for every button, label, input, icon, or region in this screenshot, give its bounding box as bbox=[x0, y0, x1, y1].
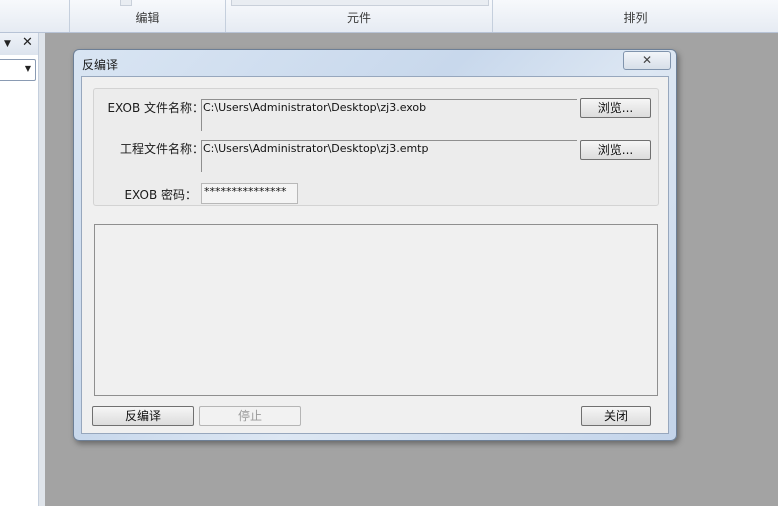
ribbon-group-component: 元件 bbox=[226, 0, 493, 32]
project-path-field[interactable]: C:\Users\Administrator\Desktop\zj3.emtp bbox=[201, 140, 577, 172]
browse-exob-button[interactable]: 浏览... bbox=[580, 98, 651, 118]
ribbon: 编辑 元件 排列 bbox=[0, 0, 778, 33]
dialog-titlebar[interactable]: 反编译 ✕ bbox=[74, 50, 676, 76]
ribbon-group-spacer bbox=[0, 0, 70, 32]
dialog-title: 反编译 bbox=[82, 58, 119, 72]
close-icon: ✕ bbox=[641, 53, 653, 67]
decompile-button[interactable]: 反编译 bbox=[92, 406, 194, 426]
ribbon-group-label-arrange: 排列 bbox=[623, 11, 648, 25]
panel-menu-icon[interactable]: ▼ bbox=[4, 39, 11, 49]
left-panel: ▼ ✕ ▼ bbox=[0, 33, 45, 506]
stop-button: 停止 bbox=[199, 406, 301, 426]
project-file-label: 工程文件名称： bbox=[119, 142, 204, 156]
output-log[interactable] bbox=[94, 224, 658, 396]
ribbon-control-strip[interactable] bbox=[231, 0, 489, 6]
password-field[interactable]: *************** bbox=[201, 183, 298, 204]
password-label: EXOB 密码： bbox=[124, 188, 197, 202]
dialog-client: EXOB 文件名称： C:\Users\Administrator\Deskto… bbox=[81, 76, 669, 434]
panel-splitter[interactable] bbox=[38, 33, 45, 506]
ribbon-group-label-component: 元件 bbox=[346, 11, 371, 25]
decompile-dialog: 反编译 ✕ EXOB 文件名称： C:\Users\Administrator\… bbox=[73, 49, 677, 441]
ribbon-group-edit: 编辑 bbox=[70, 0, 226, 32]
dialog-close-button[interactable]: ✕ bbox=[623, 51, 671, 70]
browse-project-button[interactable]: 浏览... bbox=[580, 140, 651, 160]
exob-file-label: EXOB 文件名称： bbox=[107, 101, 204, 115]
close-button[interactable]: 关闭 bbox=[581, 406, 651, 426]
panel-close-icon[interactable]: ✕ bbox=[22, 35, 33, 50]
left-panel-header: ▼ ✕ bbox=[0, 33, 38, 55]
ribbon-group-arrange: 排列 bbox=[493, 0, 778, 32]
chevron-down-icon: ▼ bbox=[24, 64, 31, 73]
ribbon-control[interactable] bbox=[120, 0, 132, 6]
panel-combobox[interactable]: ▼ bbox=[0, 59, 36, 81]
ribbon-group-label-edit: 编辑 bbox=[135, 11, 160, 25]
exob-path-field[interactable]: C:\Users\Administrator\Desktop\zj3.exob bbox=[201, 99, 577, 131]
